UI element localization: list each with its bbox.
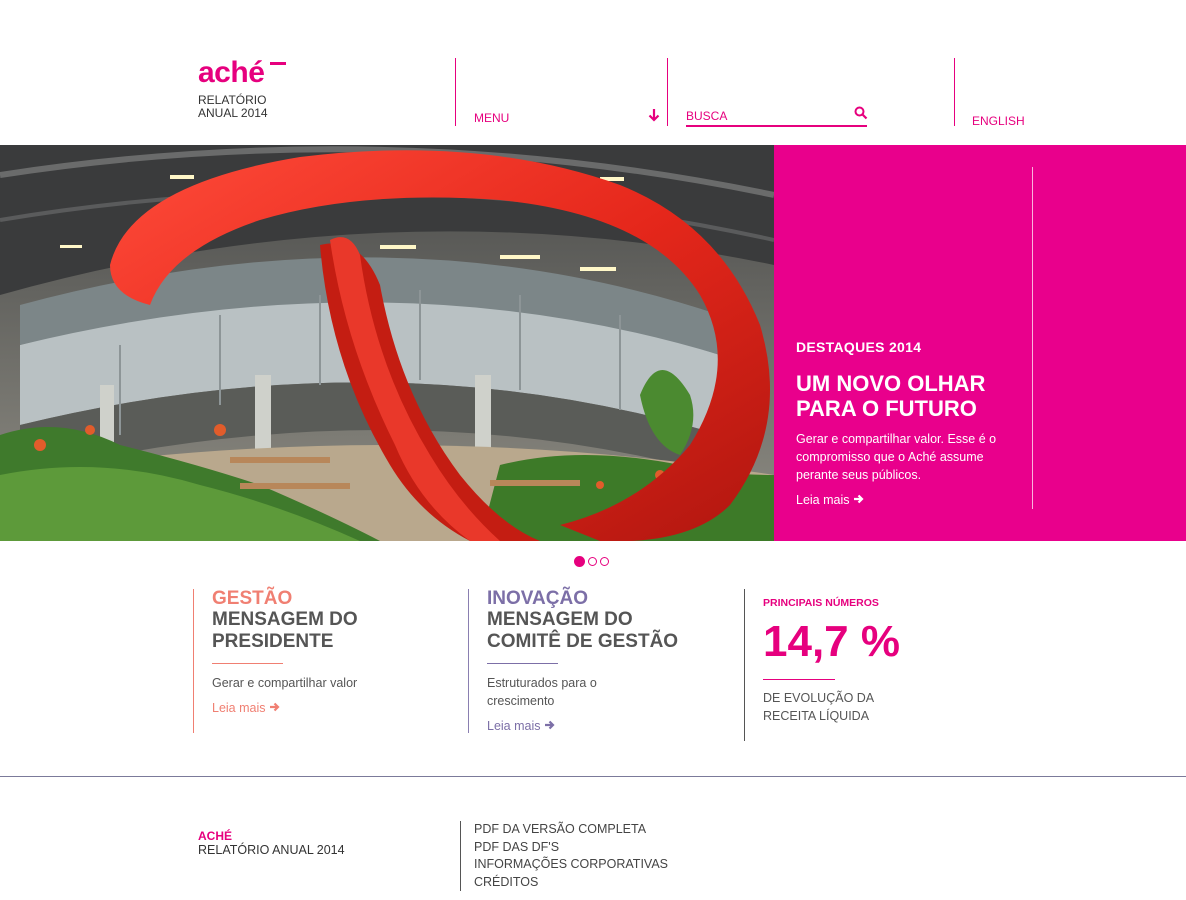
- hero-read-more-label: Leia mais: [796, 493, 850, 507]
- card-read-more-label: Leia mais: [212, 701, 266, 715]
- feature-card-gestao: GESTÃO MENSAGEM DO PRESIDENTE Gerar e co…: [193, 589, 362, 733]
- arrow-right-icon: [269, 702, 280, 712]
- card-read-more-link[interactable]: Leia mais: [212, 701, 280, 715]
- footer-divider: [0, 776, 1186, 777]
- arrow-right-icon: [544, 720, 555, 730]
- card-description: Gerar e compartilhar valor: [212, 676, 358, 690]
- carousel-pagination: [574, 556, 609, 567]
- key-figure-description: DE EVOLUÇÃO DA RECEITA LÍQUIDA: [763, 691, 874, 723]
- footer-brand: ACHÉ: [198, 829, 233, 843]
- arrow-right-icon: [853, 494, 864, 504]
- card-read-more-label: Leia mais: [487, 719, 541, 733]
- search-input[interactable]: [686, 106, 867, 127]
- key-figure-kicker: PRINCIPAIS NÚMEROS: [763, 597, 879, 609]
- hero-title-line1: UM NOVO OLHAR: [796, 371, 986, 396]
- footer-link-corporate-info[interactable]: INFORMAÇÕES CORPORATIVAS: [474, 856, 668, 874]
- card-headline-line2: COMITÊ DE GESTÃO: [487, 631, 679, 652]
- card-rule: [487, 663, 558, 664]
- card-headline-line1: MENSAGEM DO: [212, 609, 358, 630]
- card-headline: MENSAGEM DO PRESIDENTE: [212, 609, 362, 653]
- footer-link-pdf-full[interactable]: PDF DA VERSÃO COMPLETA: [474, 821, 668, 839]
- carousel-dot[interactable]: [574, 556, 585, 567]
- footer-links: PDF DA VERSÃO COMPLETA PDF DAS DF'S INFO…: [460, 821, 668, 891]
- card-kicker: INOVAÇÃO: [487, 588, 588, 609]
- footer-subtitle: RELATÓRIO ANUAL 2014: [198, 843, 345, 857]
- footer-link-pdf-dfs[interactable]: PDF DAS DF'S: [474, 839, 668, 857]
- key-figure-rule: [763, 679, 835, 680]
- card-description: Estruturados para o crescimento: [487, 676, 597, 708]
- card-headline-line2: PRESIDENTE: [212, 631, 334, 652]
- card-kicker: GESTÃO: [212, 588, 293, 609]
- hero-banner: DESTAQUES 2014 UM NOVO OLHAR PARA O FUTU…: [0, 145, 1186, 541]
- logo-subtitle-line2: ANUAL 2014: [198, 106, 268, 120]
- header-divider: [455, 58, 456, 126]
- search-icon[interactable]: [854, 106, 868, 120]
- logo-macron: [270, 62, 286, 65]
- hero-title: UM NOVO OLHAR PARA O FUTURO: [796, 371, 1026, 421]
- hero-read-more-link[interactable]: Leia mais: [796, 493, 864, 507]
- header-divider: [954, 58, 955, 126]
- hero-description: Gerar e compartilhar valor. Esse é o com…: [796, 432, 997, 482]
- menu-button[interactable]: MENU: [474, 111, 509, 125]
- feature-card-inovacao: INOVAÇÃO MENSAGEM DO COMITÊ DE GESTÃO Es…: [468, 589, 678, 733]
- logo-wordmark: aché: [198, 56, 265, 89]
- carousel-dot[interactable]: [588, 557, 597, 566]
- card-rule: [212, 663, 283, 664]
- hero-image: [0, 145, 774, 541]
- logo-subtitle: RELATÓRIO ANUAL 2014: [198, 94, 268, 120]
- site-logo[interactable]: aché RELATÓRIO ANUAL 2014: [198, 56, 286, 120]
- arrow-down-icon[interactable]: [648, 108, 660, 125]
- card-read-more-link[interactable]: Leia mais: [487, 719, 555, 733]
- panel-divider: [1032, 167, 1033, 509]
- footer-link-credits[interactable]: CRÉDITOS: [474, 874, 668, 892]
- card-headline: MENSAGEM DO COMITÊ DE GESTÃO: [487, 609, 678, 653]
- card-headline-line1: MENSAGEM DO: [487, 609, 633, 630]
- hero-highlight-panel: DESTAQUES 2014 UM NOVO OLHAR PARA O FUTU…: [774, 145, 1186, 541]
- carousel-dot[interactable]: [600, 557, 609, 566]
- language-link-english[interactable]: ENGLISH: [972, 114, 1025, 128]
- hero-title-line2: PARA O FUTURO: [796, 396, 977, 421]
- header-divider: [667, 58, 668, 126]
- key-figure-card: PRINCIPAIS NÚMEROS 14,7 % DE EVOLUÇÃO DA…: [744, 589, 903, 741]
- key-figure-value: 14,7 %: [763, 617, 900, 666]
- hero-kicker: DESTAQUES 2014: [796, 339, 922, 355]
